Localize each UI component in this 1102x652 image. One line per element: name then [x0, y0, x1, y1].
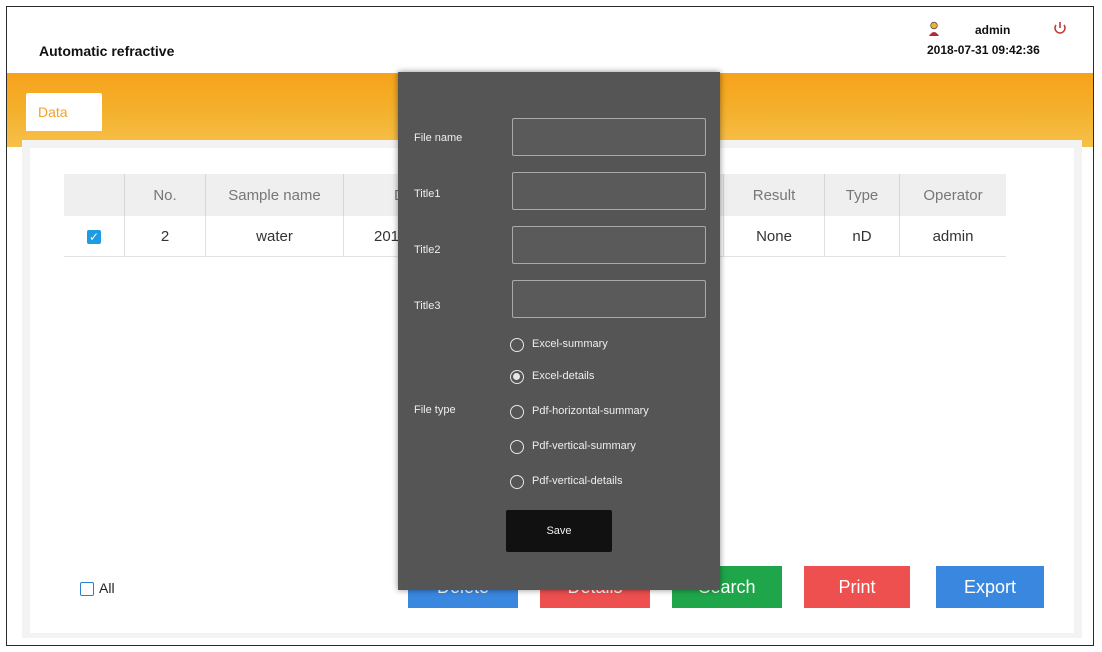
row-checkbox-checked-icon[interactable]: ✓: [87, 229, 101, 244]
export-button[interactable]: Export: [936, 566, 1044, 608]
cell-sample-name: water: [205, 216, 344, 257]
row-checkbox-cell[interactable]: ✓: [64, 216, 125, 257]
title3-label: Title3: [414, 300, 441, 312]
radio-excel-summary[interactable]: [510, 338, 524, 352]
col-sample-header: Sample name: [205, 174, 344, 216]
radio-pdf-vertical-details[interactable]: [510, 475, 524, 489]
select-all-checkbox[interactable]: [80, 582, 94, 596]
file-name-label: File name: [414, 132, 463, 144]
radio-pdf-horizontal-summary[interactable]: [510, 405, 524, 419]
title1-input[interactable]: [512, 172, 706, 210]
col-result-header: Result: [723, 174, 825, 216]
radio-pdf-vertical-summary[interactable]: [510, 440, 524, 454]
datetime: 2018-07-31 09:42:36: [927, 43, 1040, 57]
title2-input[interactable]: [512, 226, 706, 264]
user-icon: [929, 21, 939, 36]
top-bar: Automatic refractive admin 2018-07-31 09…: [7, 7, 1093, 79]
file-type-label: File type: [414, 404, 456, 416]
col-select-header: [64, 174, 125, 216]
export-dialog: File name Title1 Title2 Title3 File type…: [398, 72, 720, 590]
title2-label: Title2: [414, 244, 441, 256]
title1-label: Title1: [414, 188, 441, 200]
logout-icon[interactable]: [1053, 21, 1067, 35]
cell-result: None: [723, 216, 825, 257]
save-button[interactable]: Save: [506, 510, 612, 552]
file-name-input[interactable]: [512, 118, 706, 156]
radio-pdf-vertical-details-label[interactable]: Pdf-vertical-details: [532, 475, 622, 487]
radio-excel-details[interactable]: [510, 370, 524, 384]
radio-excel-summary-label[interactable]: Excel-summary: [532, 338, 608, 350]
col-operator-header: Operator: [899, 174, 1006, 216]
cell-operator: admin: [899, 216, 1006, 257]
title3-input[interactable]: [512, 280, 706, 318]
radio-pdf-horizontal-summary-label[interactable]: Pdf-horizontal-summary: [532, 405, 649, 417]
col-no-header: No.: [124, 174, 206, 216]
print-button[interactable]: Print: [804, 566, 910, 608]
radio-pdf-vertical-summary-label[interactable]: Pdf-vertical-summary: [532, 440, 636, 452]
app-title: Automatic refractive: [39, 43, 175, 59]
tab-data[interactable]: Data: [26, 93, 102, 131]
col-type-header: Type: [824, 174, 900, 216]
select-all-label[interactable]: All: [99, 580, 115, 596]
cell-no: 2: [124, 216, 206, 257]
cell-type: nD: [824, 216, 900, 257]
user-name[interactable]: admin: [975, 23, 1010, 37]
radio-excel-details-label[interactable]: Excel-details: [532, 370, 594, 382]
